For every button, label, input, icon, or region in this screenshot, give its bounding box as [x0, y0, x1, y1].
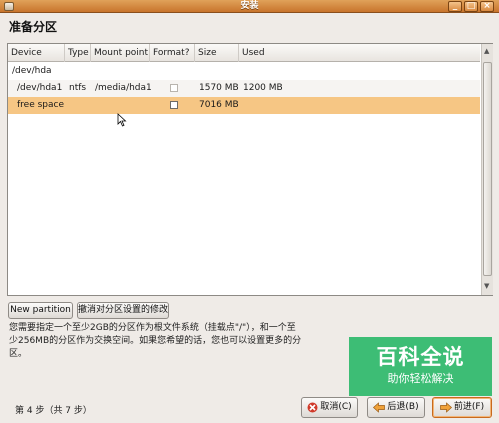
- step-indicator: 第 4 步（共 7 步）: [15, 406, 92, 416]
- forward-button[interactable]: 前进(F): [432, 397, 492, 418]
- type-cell: ntfs: [69, 83, 87, 93]
- column-header-used[interactable]: Used: [239, 44, 480, 62]
- format-checkbox[interactable]: [170, 84, 178, 92]
- back-label: 后退(B): [387, 402, 419, 412]
- scrollbar-thumb[interactable]: [483, 62, 492, 276]
- scroll-up-icon[interactable]: ▲: [484, 47, 489, 55]
- size-cell: 7016 MB: [199, 100, 239, 110]
- cancel-button[interactable]: 取消(C): [301, 397, 358, 418]
- instruction-line: 区。: [9, 349, 28, 359]
- back-button[interactable]: 后退(B): [367, 397, 425, 418]
- table-row[interactable]: /dev/hda: [8, 63, 480, 80]
- device-cell: /dev/hda1: [17, 83, 63, 93]
- column-header-device[interactable]: Device: [8, 44, 65, 62]
- minimize-button[interactable]: _: [448, 1, 462, 12]
- window-title: 安装: [240, 1, 259, 11]
- column-header-size[interactable]: Size: [195, 44, 239, 62]
- cancel-label: 取消(C): [320, 402, 352, 412]
- mount-point-cell: /media/hda1: [95, 83, 152, 93]
- cancel-icon: [307, 402, 318, 413]
- watermark-subtitle: 助你轻松解决: [387, 372, 454, 385]
- partition-table[interactable]: Device Type Mount point Format? Size Use…: [7, 43, 493, 296]
- format-checkbox[interactable]: [170, 101, 178, 109]
- size-cell: 1570 MB: [199, 83, 239, 93]
- undo-partition-changes-button[interactable]: 撤消对分区设置的修改: [77, 302, 169, 319]
- page-title: 准备分区: [9, 20, 58, 34]
- mouse-cursor-icon: [117, 113, 127, 127]
- used-cell: 1200 MB: [243, 83, 283, 93]
- column-header-mount-point[interactable]: Mount point: [91, 44, 150, 62]
- watermark-title: 百科全说: [376, 345, 465, 369]
- forward-label: 前进(F): [453, 402, 485, 412]
- table-row[interactable]: /dev/hda1 ntfs /media/hda1 1570 MB 1200 …: [8, 80, 480, 97]
- title-bar: 安装 _ □ ×: [0, 0, 499, 13]
- column-header-format[interactable]: Format?: [150, 44, 195, 62]
- column-header-type[interactable]: Type: [65, 44, 91, 62]
- arrow-left-icon: [373, 402, 386, 413]
- scroll-down-icon[interactable]: ▼: [484, 282, 489, 290]
- instruction-line: 少256MB的分区作为交换空间。如果您希望的话，您也可以设置更多的分: [9, 336, 302, 346]
- device-cell: /dev/hda: [12, 66, 52, 76]
- table-row-selected[interactable]: free space 7016 MB: [8, 97, 480, 114]
- close-button[interactable]: ×: [480, 1, 494, 12]
- device-cell: free space: [17, 100, 65, 110]
- vertical-scrollbar[interactable]: ▲ ▼: [481, 44, 493, 295]
- maximize-button[interactable]: □: [464, 1, 478, 12]
- table-header: Device Type Mount point Format? Size Use…: [8, 44, 480, 62]
- arrow-right-icon: [440, 402, 452, 413]
- new-partition-button[interactable]: New partition: [8, 302, 73, 319]
- partition-instructions: 您需要指定一个至少2GB的分区作为根文件系统（挂载点"/"），和一个至 少256…: [9, 322, 339, 361]
- watermark-logo: 百科全说 助你轻松解决: [349, 337, 492, 396]
- instruction-line: 您需要指定一个至少2GB的分区作为根文件系统（挂载点"/"），和一个至: [9, 323, 296, 333]
